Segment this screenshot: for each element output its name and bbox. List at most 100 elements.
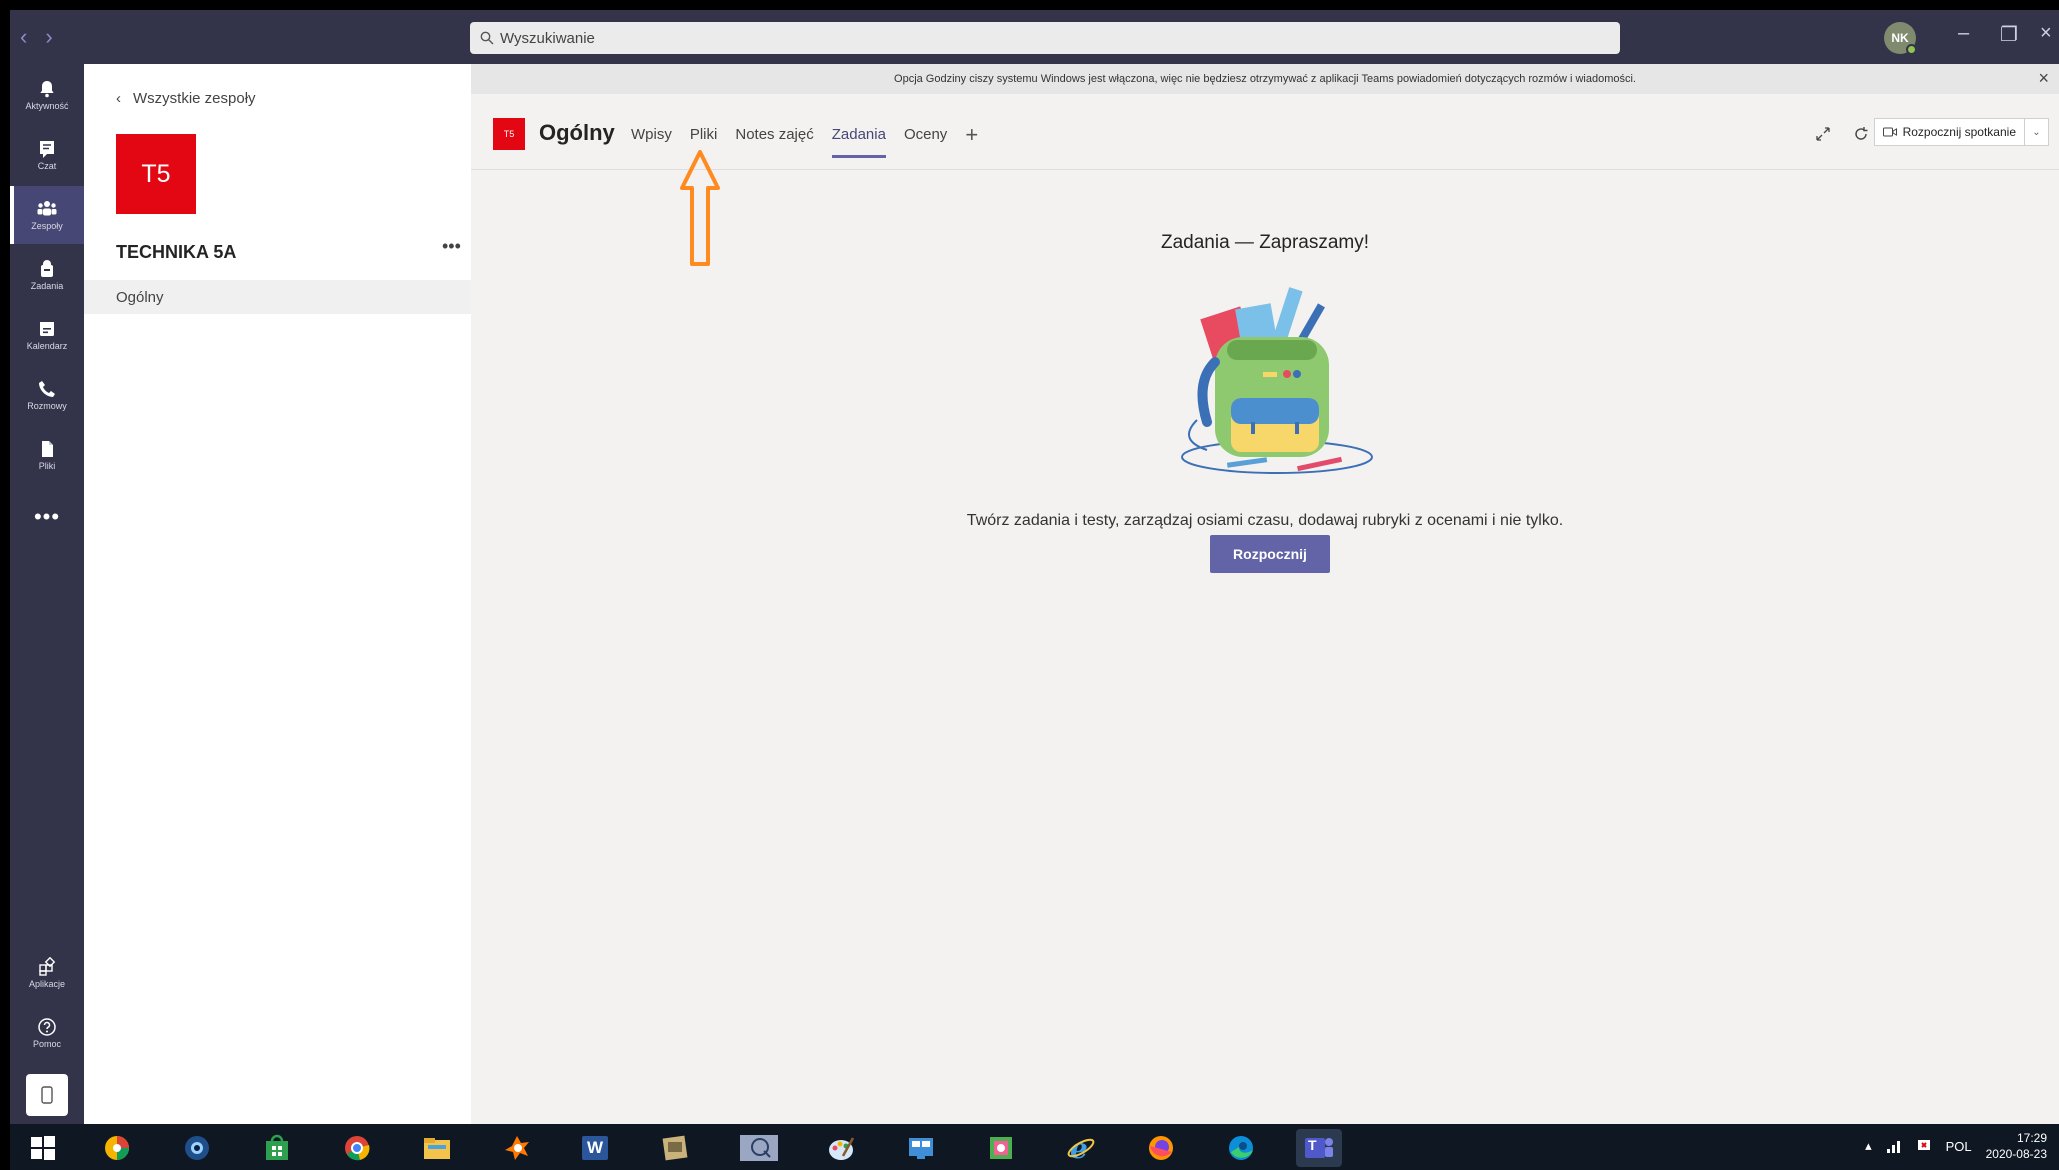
store-icon[interactable]: [258, 1129, 296, 1167]
scan-icon[interactable]: [656, 1129, 694, 1167]
rail-item-calls[interactable]: Rozmowy: [10, 366, 84, 424]
file-icon: [42, 441, 53, 457]
apps-icon: [39, 957, 56, 976]
refresh-icon[interactable]: [1853, 126, 1869, 142]
chrome-icon[interactable]: [338, 1129, 376, 1167]
rail-item-apps[interactable]: Aplikacje: [10, 944, 84, 1002]
app-bar: Aktywność Czat Zespoły Zadania Kalendarz…: [10, 64, 84, 1124]
assignments-icon: [41, 260, 53, 277]
rail-label: Zadania: [30, 281, 64, 291]
word-letter: W: [586, 1138, 604, 1157]
history-navigation: ‹ ›: [20, 24, 53, 50]
title-bar: ‹ › Wyszukiwanie NK – ❐ ×: [10, 10, 2059, 64]
meet-now-main[interactable]: Rozpocznij spotkanie: [1875, 125, 2024, 139]
meet-now-label: Rozpocznij spotkanie: [1902, 125, 2016, 139]
app-icon[interactable]: [736, 1129, 782, 1167]
expand-icon[interactable]: [1815, 126, 1831, 142]
rail-label: Aplikacje: [28, 979, 66, 989]
team-panel: ‹ Wszystkie zespoły T5 TECHNIKA 5A ••• O…: [84, 64, 471, 1124]
picasa-icon[interactable]: [98, 1129, 136, 1167]
channel-team-badge: T5: [493, 118, 525, 150]
rail-label: Zespoły: [31, 221, 63, 231]
bell-icon: [40, 81, 54, 98]
edge-icon[interactable]: [1222, 1129, 1260, 1167]
rail-label: Rozmowy: [27, 401, 67, 411]
teams-taskbar-icon[interactable]: T: [1296, 1129, 1342, 1167]
presence-available-icon: [1906, 44, 1917, 55]
assignments-description: Twórz zadania i testy, zarządzaj osiami …: [966, 512, 1564, 529]
rail-item-calendar[interactable]: Kalendarz: [10, 306, 84, 364]
team-more-options-icon[interactable]: •••: [442, 236, 461, 257]
forward-arrow-icon[interactable]: ›: [45, 24, 52, 50]
search-input[interactable]: Wyszukiwanie: [470, 22, 1620, 54]
help-icon: [38, 1018, 56, 1036]
banner-text: Opcja Godziny ciszy systemu Windows jest…: [894, 73, 1636, 85]
word-icon[interactable]: W: [576, 1129, 614, 1167]
back-arrow-icon[interactable]: ‹: [20, 24, 27, 50]
channel-item-general[interactable]: Ogólny: [84, 280, 471, 314]
close-button[interactable]: ×: [2040, 22, 2052, 45]
rail-item-assignments[interactable]: Zadania: [10, 246, 84, 304]
network-icon[interactable]: [902, 1129, 940, 1167]
rail-label: Pomoc: [32, 1039, 61, 1049]
windows-start-icon[interactable]: [24, 1129, 62, 1167]
webcam-icon[interactable]: [178, 1129, 216, 1167]
rail-label: Pliki: [38, 461, 56, 471]
tab-class-notebook[interactable]: Notes zajęć: [735, 126, 813, 158]
chevron-down-icon[interactable]: ⌄: [2024, 119, 2048, 145]
tray-up-arrow-icon[interactable]: ▴: [1865, 1138, 1872, 1154]
tab-posts[interactable]: Wpisy: [631, 126, 672, 158]
chat-icon: [40, 141, 54, 158]
firefox-icon[interactable]: [1142, 1129, 1180, 1167]
rail-item-activity[interactable]: Aktywność: [10, 66, 84, 124]
rail-label: Czat: [37, 161, 57, 171]
rail-label: Aktywność: [25, 101, 69, 111]
system-tray: ▴ POL 17:29 2020-08-23: [1865, 1130, 2047, 1162]
more-apps-icon[interactable]: •••: [10, 504, 84, 530]
rail-item-teams[interactable]: Zespoły: [10, 186, 84, 244]
search-placeholder: Wyszukiwanie: [500, 29, 595, 47]
rail-item-files[interactable]: Pliki: [10, 426, 84, 484]
ie-icon[interactable]: e: [1062, 1129, 1100, 1167]
teams-icon: [37, 201, 57, 216]
device-icon[interactable]: [26, 1074, 68, 1116]
all-teams-label: Wszystkie zespoły: [133, 90, 256, 107]
welcome-title: Zadania — Zapraszamy!: [1160, 232, 1370, 253]
search-icon: [480, 31, 494, 45]
video-camera-icon: [1882, 127, 1897, 137]
chevron-left-icon: ‹: [116, 90, 121, 107]
paint-icon[interactable]: [822, 1129, 860, 1167]
rail-label: Kalendarz: [26, 341, 68, 351]
add-tab-icon[interactable]: +: [965, 124, 978, 158]
windows-taskbar: W e T ▴ POL 17:29 2020-08-23: [10, 1124, 2059, 1170]
restore-button[interactable]: ❐: [2000, 22, 2018, 47]
clock[interactable]: 17:29 2020-08-23: [1986, 1130, 2047, 1162]
team-avatar: T5: [116, 134, 196, 214]
clock-time: 17:29: [2016, 1131, 2047, 1145]
meet-now-button[interactable]: Rozpocznij spotkanie ⌄: [1873, 118, 2049, 146]
minimize-button[interactable]: –: [1958, 22, 1969, 45]
team-name: TECHNIKA 5A: [116, 242, 237, 262]
rail-item-help[interactable]: Pomoc: [10, 1004, 84, 1062]
avatar-initials: NK: [1891, 31, 1909, 45]
calendar-icon: [40, 322, 54, 336]
flag-icon[interactable]: [1916, 1138, 1932, 1154]
tab-assignments[interactable]: Zadania: [831, 126, 887, 158]
teams-letter: T: [1308, 1137, 1317, 1153]
backpack-illustration: [1181, 287, 1373, 474]
header-actions: [1815, 126, 1869, 142]
rail-item-chat[interactable]: Czat: [10, 126, 84, 184]
photo-icon[interactable]: [982, 1129, 1020, 1167]
avatar[interactable]: NK: [1884, 22, 1917, 55]
clock-date: 2020-08-23: [1985, 1147, 2047, 1161]
tab-grades[interactable]: Oceny: [904, 126, 947, 158]
start-button[interactable]: Rozpocznij: [1210, 535, 1330, 573]
all-teams-link[interactable]: ‹ Wszystkie zespoły: [116, 90, 256, 107]
avast-icon[interactable]: [498, 1129, 536, 1167]
explorer-icon[interactable]: [418, 1129, 456, 1167]
signal-icon[interactable]: [1886, 1139, 1902, 1153]
teams-window: ‹ › Wyszukiwanie NK – ❐ × Aktywność Czat…: [10, 10, 2059, 1170]
close-icon[interactable]: ×: [2038, 68, 2049, 89]
input-language[interactable]: POL: [1946, 1139, 1972, 1154]
phone-icon: [39, 381, 55, 397]
